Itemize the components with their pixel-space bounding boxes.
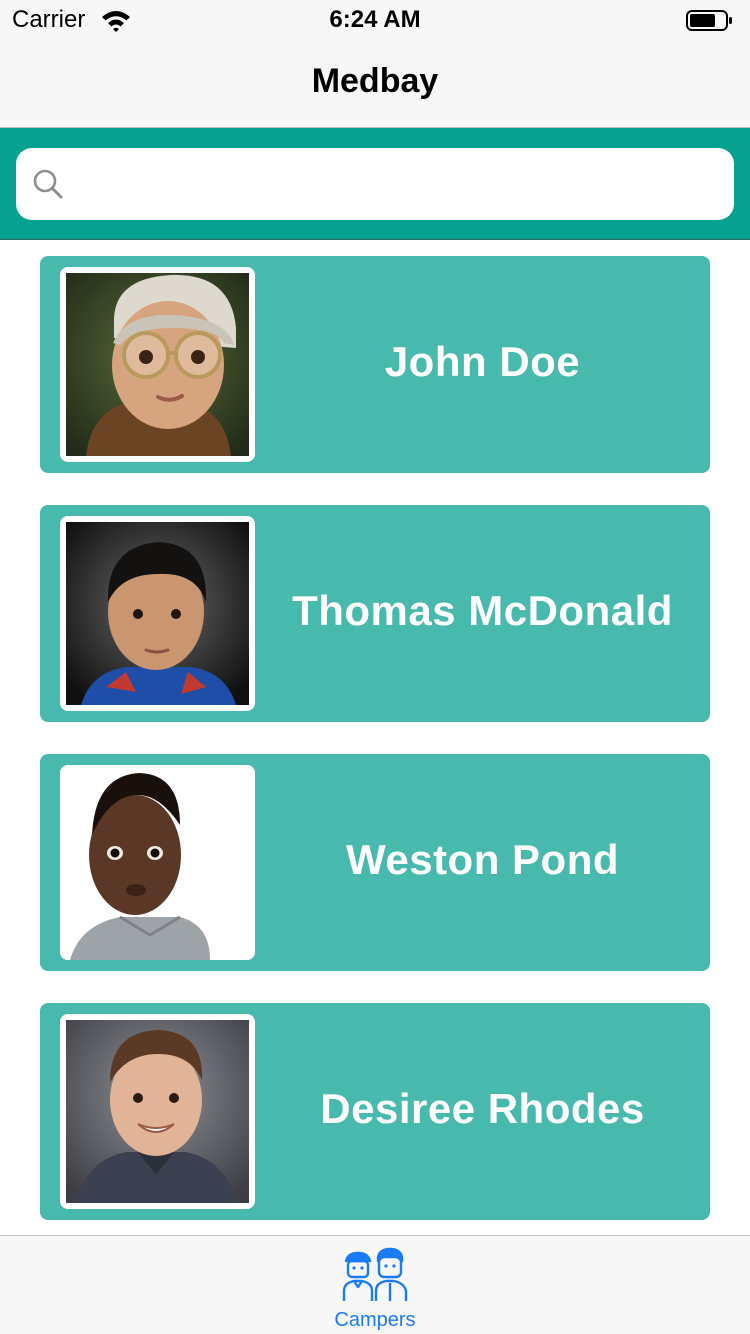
camper-card[interactable]: John Doe — [40, 256, 710, 473]
camper-card[interactable]: Weston Pond — [40, 754, 710, 971]
search-icon — [33, 169, 63, 199]
tab-bar: Campers — [0, 1235, 750, 1334]
navigation-bar: Medbay — [0, 40, 750, 128]
camper-photo — [66, 1020, 249, 1203]
search-field[interactable] — [16, 148, 734, 220]
campers-icon — [342, 1247, 408, 1301]
camper-card[interactable]: Thomas McDonald — [40, 505, 710, 722]
battery-icon — [686, 10, 732, 31]
status-bar: Carrier 6:24 AM — [0, 0, 750, 40]
camper-card[interactable]: Desiree Rhodes — [40, 1003, 710, 1220]
search-bar-container — [0, 128, 750, 240]
camper-photo-frame — [60, 516, 255, 711]
camper-name: Weston Pond — [345, 836, 620, 883]
camper-photo-frame — [60, 267, 255, 462]
tab-campers[interactable]: Campers — [315, 1236, 435, 1334]
camper-photo — [66, 273, 249, 456]
page-title: Medbay — [311, 62, 439, 100]
camper-name: Thomas McDonald — [292, 587, 673, 634]
camper-name: John Doe — [384, 338, 581, 385]
camper-photo — [66, 522, 249, 705]
tab-campers-label: Campers — [334, 1309, 416, 1331]
camper-name: Desiree Rhodes — [320, 1085, 645, 1132]
search-input[interactable] — [80, 162, 724, 208]
camper-photo — [60, 765, 255, 960]
camper-photo-frame — [60, 765, 255, 960]
status-time: 6:24 AM — [329, 6, 421, 33]
campers-list[interactable]: John Doe Thomas McDonald Weston Pond Des… — [0, 240, 750, 1235]
camper-photo-frame — [60, 1014, 255, 1209]
